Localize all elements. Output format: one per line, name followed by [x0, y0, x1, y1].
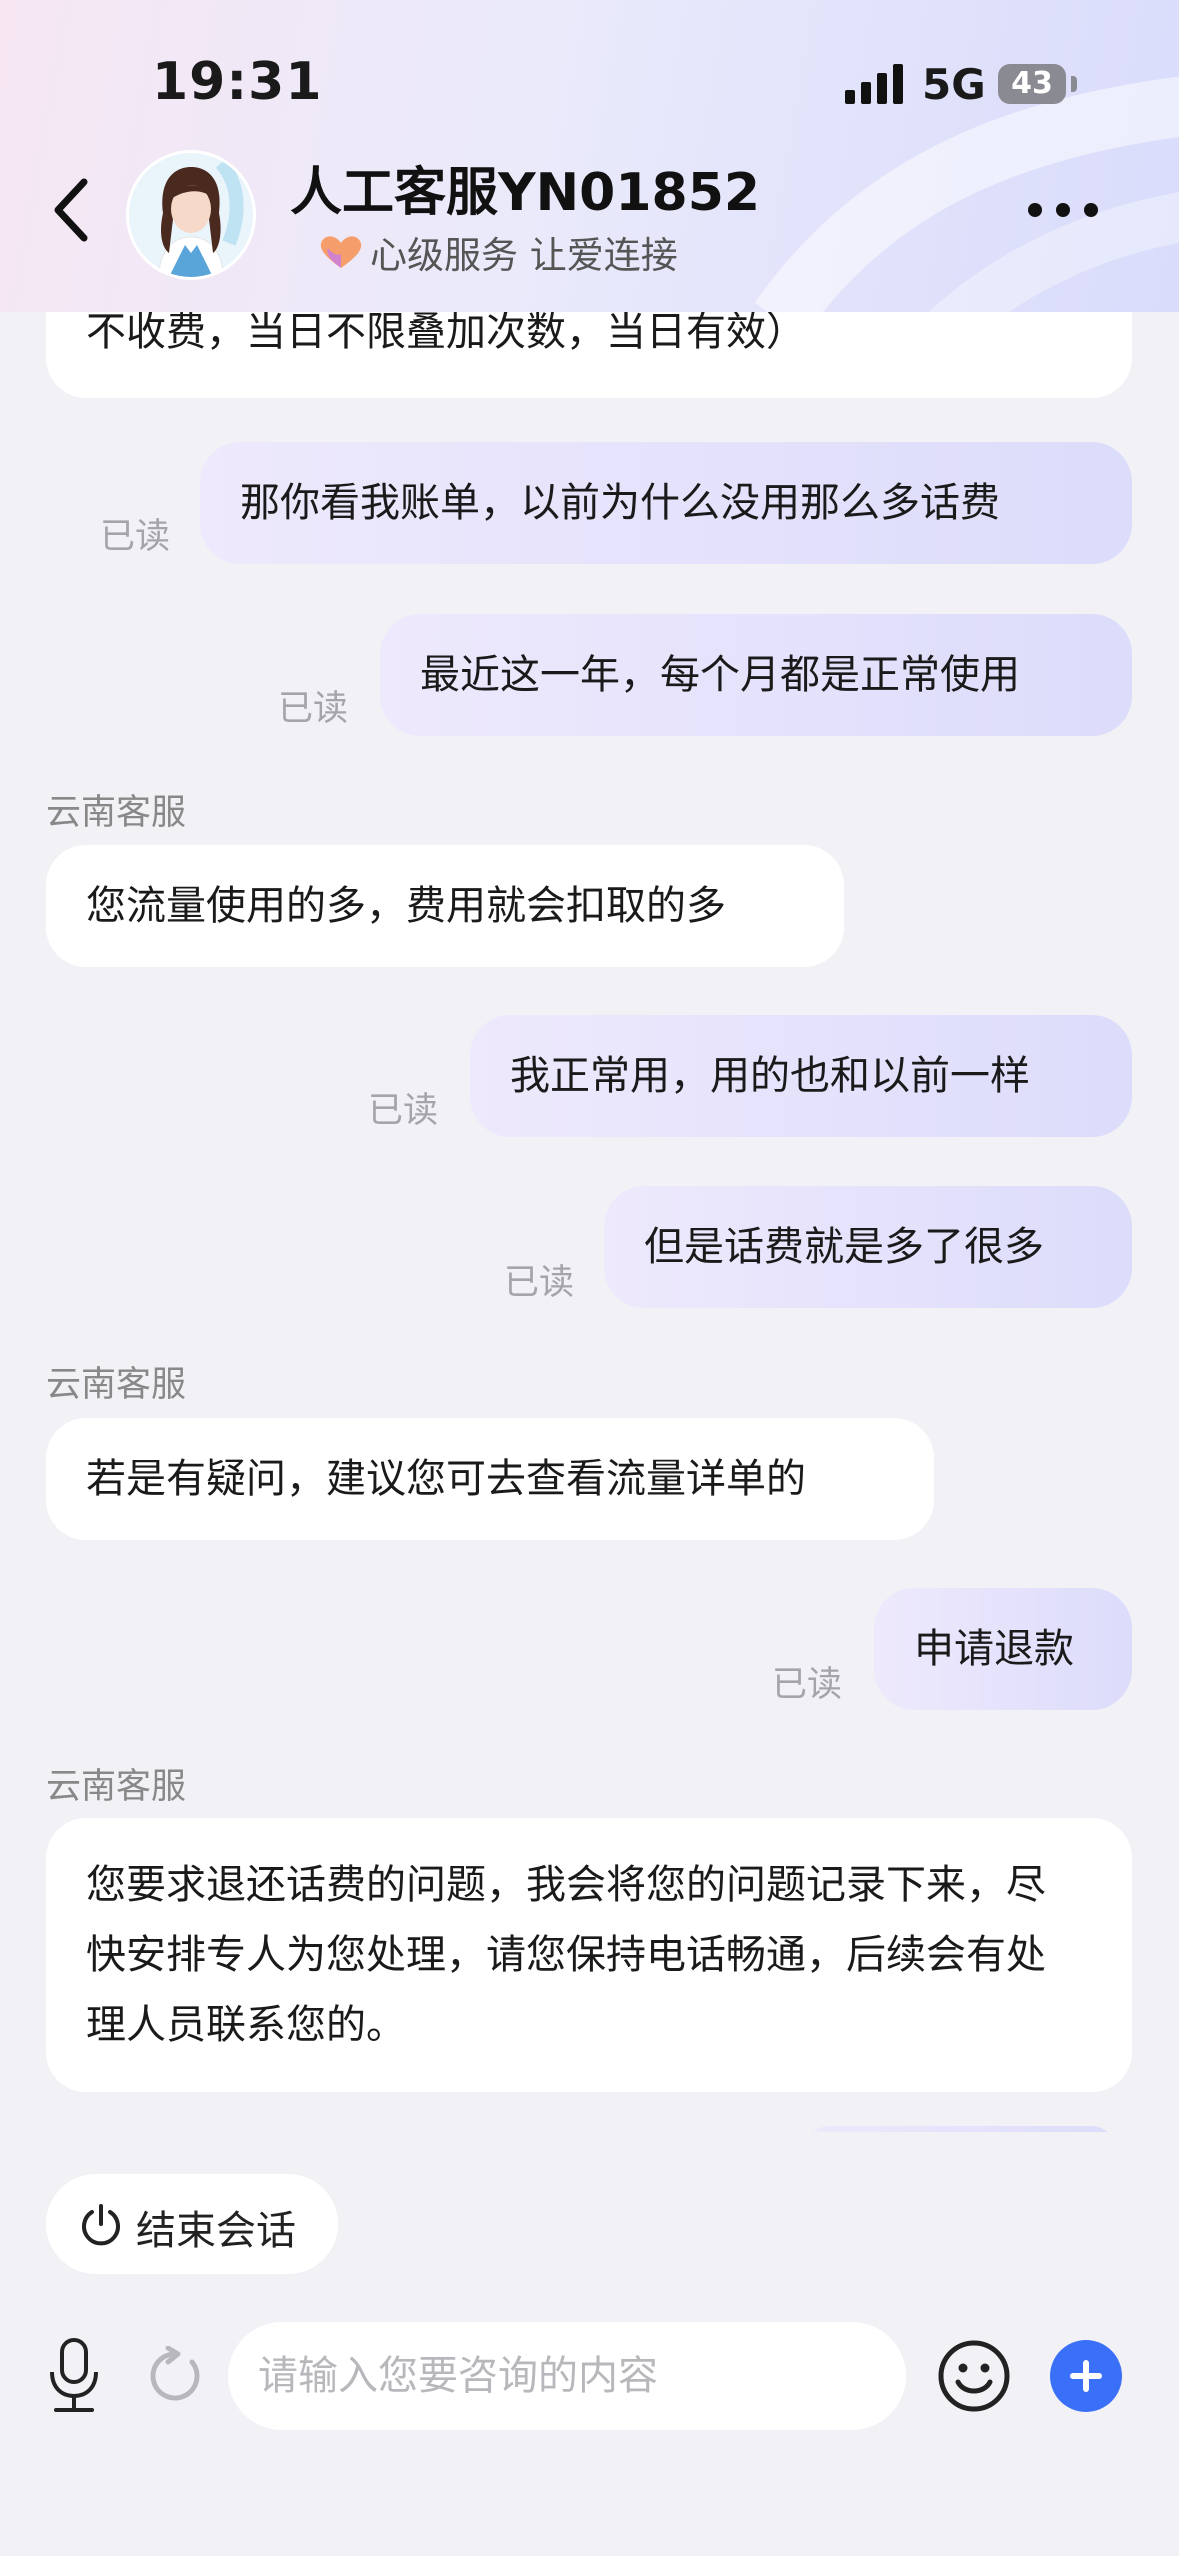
message-text: 最近这一年，每个月都是正常使用	[420, 652, 1020, 698]
message-bubble-user	[800, 2126, 1120, 2132]
message-text: 但是话费就是多了很多	[644, 1224, 1044, 1270]
agent-name: 人工客服YN01852	[290, 163, 761, 223]
message-text: 若是有疑问，建议您可去查看流量详单的	[86, 1456, 806, 1502]
message-text: 申请退款	[914, 1626, 1074, 1672]
agent-avatar[interactable]	[126, 150, 256, 280]
sender-name: 云南客服	[46, 1767, 187, 1807]
message-text: 您要求退还话费的问题，我会将您的问题记录下来，尽快安排专人为您处理，请您保持电话…	[86, 1862, 1046, 2048]
message-bubble-agent[interactable]: 您要求退还话费的问题，我会将您的问题记录下来，尽快安排专人为您处理，请您保持电话…	[46, 1818, 1132, 2092]
back-icon[interactable]	[44, 172, 100, 248]
sender-name: 云南客服	[46, 1365, 187, 1405]
end-session-label: 结束会话	[136, 2208, 296, 2254]
read-status: 已读	[278, 689, 349, 729]
sender-name: 云南客服	[46, 793, 187, 833]
plus-icon[interactable]	[1050, 2340, 1122, 2412]
message-bubble-user[interactable]: 但是话费就是多了很多	[604, 1186, 1132, 1308]
network-type: 5G	[922, 60, 986, 109]
battery-level: 43	[998, 64, 1066, 104]
agent-avatar-picture	[129, 153, 253, 277]
microphone-icon[interactable]	[44, 2336, 104, 2416]
chat-messages[interactable]: 不收费，当日不限叠加次数，当日有效） 已读 那你看我账单，以前为什么没用那么多话…	[0, 312, 1179, 2132]
message-text: 您流量使用的多，费用就会扣取的多	[86, 883, 726, 929]
message-bubble-agent: 不收费，当日不限叠加次数，当日有效）	[46, 312, 1132, 398]
message-bubble-user[interactable]: 申请退款	[874, 1588, 1132, 1710]
emoji-icon[interactable]	[936, 2338, 1012, 2414]
more-icon[interactable]	[1028, 202, 1112, 221]
message-bubble-agent[interactable]: 您流量使用的多，费用就会扣取的多	[46, 845, 844, 967]
signal-icon	[845, 64, 903, 104]
read-status: 已读	[772, 1665, 843, 1705]
message-bubble-user[interactable]: 最近这一年，每个月都是正常使用	[380, 614, 1132, 736]
message-bubble-agent[interactable]: 若是有疑问，建议您可去查看流量详单的	[46, 1418, 934, 1540]
message-text: 不收费，当日不限叠加次数，当日有效）	[86, 312, 806, 355]
read-status: 已读	[504, 1263, 575, 1303]
message-text: 那你看我账单，以前为什么没用那么多话费	[240, 480, 1000, 526]
message-text: 我正常用，用的也和以前一样	[510, 1053, 1030, 1099]
message-input[interactable]	[228, 2322, 906, 2430]
message-bubble-user[interactable]: 那你看我账单，以前为什么没用那么多话费	[200, 442, 1132, 564]
agent-tagline: 心级服务 让爱连接	[370, 234, 678, 277]
battery-cap	[1071, 76, 1077, 92]
power-icon	[82, 2204, 120, 2246]
chat-header: 19:31 5G 43 人工客服YN01852 心级服务 让爱连接	[0, 0, 1179, 312]
refresh-icon[interactable]	[146, 2346, 206, 2406]
read-status: 已读	[100, 517, 171, 557]
status-time: 19:31	[152, 52, 323, 112]
heart-icon	[320, 236, 362, 268]
end-session-button[interactable]: 结束会话	[46, 2174, 338, 2274]
read-status: 已读	[368, 1091, 439, 1131]
message-bubble-user[interactable]: 我正常用，用的也和以前一样	[470, 1015, 1132, 1137]
